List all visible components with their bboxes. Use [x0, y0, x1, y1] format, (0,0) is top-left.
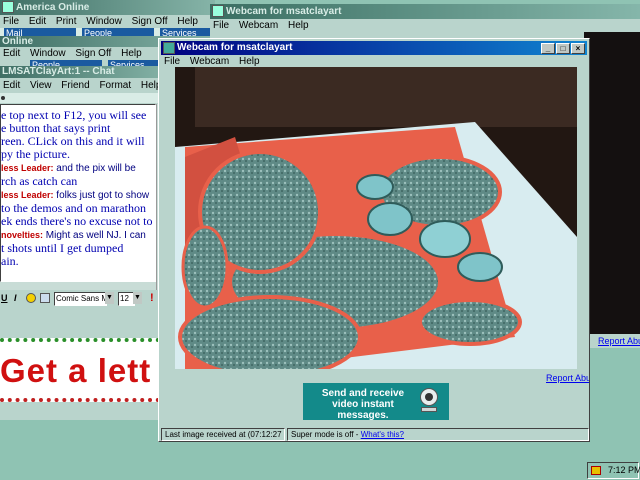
webcam-back-menu-file[interactable]: File [213, 20, 229, 31]
status-super-mode: Super mode is off - What's this? [287, 428, 589, 441]
chat-dot-icon [1, 96, 5, 100]
banner-ad[interactable]: Get a lett [0, 338, 160, 402]
aol-menu-print[interactable]: Print [56, 16, 77, 27]
chat-message-line: t shots until I get dumped [1, 242, 155, 255]
chat-message-text: to the demos and on marathon [1, 201, 146, 215]
webcam-back-title-bar[interactable]: Webcam for msatclayart [210, 4, 640, 19]
minimize-button[interactable]: _ [541, 43, 555, 54]
chat-format-toolbar: U I Comic Sans MS ▼ 12 ▼ ! [0, 292, 170, 306]
webcam-back-menu-bar: File Webcam Help [210, 19, 640, 32]
italic-button[interactable]: I [14, 293, 17, 303]
webcam-camera-icon [417, 388, 441, 414]
taskbar-clock[interactable]: 7:12 PM [608, 465, 640, 475]
webcam-back-menu-webcam[interactable]: Webcam [239, 20, 278, 31]
chat-message-text: e top next to F12, you will see [1, 108, 147, 122]
chat-title-bar[interactable]: LMSATClayArt:1 -- Chat [0, 66, 170, 78]
chat-message-text: ek ends there's no excuse not to [1, 214, 153, 228]
chat-toolbar-strip [0, 93, 170, 103]
font-size-dropdown-icon[interactable]: ▼ [133, 292, 142, 304]
chat-message-text: py the picture. [1, 147, 70, 161]
link-icon[interactable] [40, 293, 50, 303]
chat-message-line: ain. [1, 255, 155, 268]
chat-message-text: and the pix will be [53, 163, 136, 174]
webcam-front-title: Webcam for msatclayart [177, 42, 293, 53]
chat-menu-format[interactable]: Format [99, 80, 131, 91]
online-menu-window[interactable]: Window [30, 48, 66, 59]
aol-title-bar[interactable]: America Online [0, 0, 215, 15]
font-name-dropdown-icon[interactable]: ▼ [105, 292, 114, 304]
online-menu-edit[interactable]: Edit [3, 48, 20, 59]
aol-menu-file[interactable]: File [3, 16, 19, 27]
webcam-front-title-bar[interactable]: Webcam for msatclayart _ □ × [161, 41, 587, 55]
chat-message-text: folks just got to show [53, 190, 150, 201]
chat-hscroll[interactable] [0, 282, 156, 290]
aol-menu-edit[interactable]: Edit [29, 16, 46, 27]
underline-button[interactable]: U [1, 293, 8, 303]
aol-menu-window[interactable]: Window [86, 16, 122, 27]
chat-message-text: rch as catch can [1, 174, 78, 188]
chat-screen-name: less Leader: [1, 163, 54, 173]
aol-menu-bar: File Edit Print Window Sign Off Help [0, 15, 215, 28]
online-menu-help[interactable]: Help [121, 48, 142, 59]
chat-message-line: novelties: Might as well NJ. I can [1, 228, 155, 242]
banner-ad-text: Get a lett [0, 352, 152, 389]
chat-message-line: rch as catch can [1, 175, 155, 188]
taskbar: 7:12 PM [0, 460, 640, 480]
online-menu-sign-off[interactable]: Sign Off [75, 48, 111, 59]
chat-message-text: e button that says print [1, 121, 111, 135]
tray-messenger-icon[interactable] [591, 466, 601, 475]
online-title: Online [2, 36, 34, 47]
webcam-image [175, 67, 577, 369]
webcam-back-image [584, 32, 640, 334]
chat-message-line: py the picture. [1, 148, 155, 161]
webcam-front-window: Webcam for msatclayart _ □ × File Webcam… [158, 38, 590, 442]
aol-title: America Online [16, 2, 90, 13]
system-tray: 7:12 PM [587, 462, 640, 479]
chat-message-text: reen. CLick on this and it will [1, 134, 145, 148]
chat-menu-friend[interactable]: Friend [61, 80, 89, 91]
webcam-back-title: Webcam for msatclayart [226, 6, 342, 17]
webcam-image-drawing [175, 67, 577, 369]
webcam-front-menu-help[interactable]: Help [239, 56, 260, 67]
chat-window: LMSATClayArt:1 -- Chat Edit View Friend … [0, 66, 170, 316]
status-last-image: Last image received at (07:12:27 PM) [161, 428, 285, 441]
chat-screen-name: novelties: [1, 230, 44, 240]
webcam-back-report-abuse-link[interactable]: Report Abuse [598, 336, 640, 346]
webcam-front-menu-file[interactable]: File [164, 56, 180, 67]
alert-icon[interactable]: ! [150, 292, 154, 304]
maximize-button[interactable]: □ [556, 43, 570, 54]
chat-message-line: less Leader: and the pix will be [1, 161, 155, 175]
chat-message-text: t shots until I get dumped [1, 241, 124, 255]
aol-logo-icon [2, 1, 14, 13]
aol-menu-help[interactable]: Help [177, 16, 198, 27]
chat-menu-view[interactable]: View [30, 80, 52, 91]
webcam-back-menu-help[interactable]: Help [288, 20, 309, 31]
webcam-back-title-icon [212, 5, 224, 17]
font-name-select[interactable]: Comic Sans MS [54, 292, 107, 306]
smiley-icon[interactable] [26, 293, 36, 303]
chat-transcript[interactable]: e top next to F12, you will see e button … [0, 104, 156, 282]
webcam-front-report-abuse-link[interactable]: Report Abuse [546, 373, 589, 383]
chat-lines: e top next to F12, you will see e button … [1, 109, 155, 268]
chat-message-text: ain. [1, 254, 19, 268]
webcam-front-menu-webcam[interactable]: Webcam [190, 56, 229, 67]
chat-message-line: ek ends there's no excuse not to [1, 215, 155, 228]
chat-menu-edit[interactable]: Edit [3, 80, 20, 91]
chat-menu-bar: Edit View Friend Format Help [0, 79, 170, 92]
close-button[interactable]: × [571, 43, 585, 54]
chat-title: LMSATClayArt:1 -- Chat [2, 66, 115, 77]
chat-message-line: less Leader: folks just got to show [1, 188, 155, 202]
video-im-ad-text: Send and receive video instant messages. [321, 388, 405, 421]
status-super-mode-text: Super mode is off - [291, 430, 359, 439]
whats-this-link[interactable]: What's this? [361, 430, 404, 439]
aol-menu-sign-off[interactable]: Sign Off [132, 16, 168, 27]
chat-message-text: Might as well NJ. I can [43, 230, 146, 241]
webcam-front-title-icon [163, 42, 175, 54]
chat-screen-name: less Leader: [1, 190, 54, 200]
video-im-ad-button[interactable]: Send and receive video instant messages. [303, 383, 449, 421]
